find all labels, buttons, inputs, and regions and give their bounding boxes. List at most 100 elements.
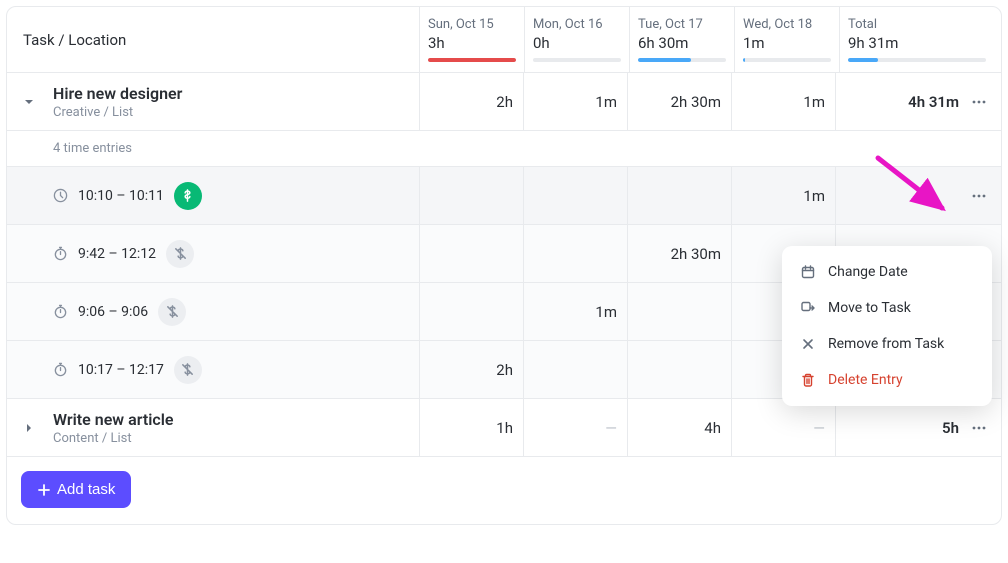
day-total: 3h [428,34,516,52]
entry-time-range: 9:06 – 9:06 [78,304,148,320]
task-cell-day-3[interactable]: 1m [731,73,835,130]
day-bar [533,58,621,62]
x-icon [800,336,816,352]
task-menu-button[interactable] [967,90,991,114]
header-row: Task / Location Sun, Oct 15 3h Mon, Oct … [7,7,1001,73]
task-row[interactable]: Write new article Content / List 1h — 4h… [7,399,1001,457]
entry-cell: 10:17 – 12:17 [7,341,419,398]
day-header-3: Wed, Oct 18 1m [734,7,839,72]
task-cell-day-1[interactable]: 1m [523,73,627,130]
non-billable-badge[interactable] [174,356,202,384]
task-cell-day-0[interactable]: 1h [419,399,523,456]
ctx-remove-from-task[interactable]: Remove from Task [782,326,992,362]
day-label: Tue, Oct 17 [638,17,726,32]
entry-info: 9:06 – 9:06 [23,298,186,326]
task-cell-day-3[interactable]: — [731,399,835,456]
clock-icon [53,188,68,203]
entry-cell-day-1[interactable] [523,167,627,224]
day-bar [638,58,726,62]
entry-cell-day-1[interactable] [523,225,627,282]
entries-count-label: 4 time entries [7,131,1001,166]
stopwatch-icon [53,304,68,319]
task-menu-button[interactable] [967,416,991,440]
day-total: 6h 30m [638,34,726,52]
stopwatch-icon [53,362,68,377]
ctx-move-to-task[interactable]: Move to Task [782,290,992,326]
dollar-off-icon [180,362,195,377]
non-billable-badge[interactable] [158,298,186,326]
add-task-label: Add task [57,481,115,498]
entry-info: 9:42 – 12:12 [23,240,194,268]
task-column-header: Task / Location [7,7,419,72]
entry-cell-day-0[interactable] [419,225,523,282]
task-cell-total: 5h [835,399,1001,456]
non-billable-badge[interactable] [166,240,194,268]
task-location: Content / List [53,431,173,446]
day-label: Mon, Oct 16 [533,17,621,32]
caret-down-icon [23,96,35,108]
entry-cell-day-1[interactable] [523,341,627,398]
entry-cell: 9:06 – 9:06 [7,283,419,340]
entry-cell-day-2[interactable] [627,167,731,224]
entry-time-range: 9:42 – 12:12 [78,246,156,262]
ctx-change-date[interactable]: Change Date [782,254,992,290]
entry-time-range: 10:10 – 10:11 [78,188,164,204]
context-menu: Change Date Move to Task Remove from Tas… [782,246,992,406]
task-row[interactable]: Hire new designer Creative / List 2h 1m … [7,73,1001,131]
more-icon [971,420,987,436]
day-header-1: Mon, Oct 16 0h [524,7,629,72]
task-total-value: 4h 31m [908,93,959,111]
task-text: Write new article Content / List [53,410,173,446]
task-cell-day-2[interactable]: 4h [627,399,731,456]
task-cell-day-1[interactable]: — [523,399,627,456]
task-name: Hire new designer [53,84,182,103]
task-cell-total: 4h 31m [835,73,1001,130]
empty-dash: — [605,419,617,437]
day-bar [428,58,516,62]
task-name: Write new article [53,410,173,429]
move-icon [800,300,816,316]
ctx-label: Change Date [828,264,908,280]
entry-cell-day-0[interactable] [419,283,523,340]
entry-cell-day-0[interactable]: 2h [419,341,523,398]
ctx-delete-entry[interactable]: Delete Entry [782,362,992,398]
day-bar [743,58,831,62]
time-entry-row: 10:10 – 10:11 1m [7,167,1001,225]
entry-menu-button[interactable] [967,184,991,208]
entry-cell-day-1[interactable]: 1m [523,283,627,340]
billable-badge[interactable] [174,182,202,210]
task-cell-day-2[interactable]: 2h 30m [627,73,731,130]
day-total: 1m [743,34,831,52]
entry-cell-total [835,167,1001,224]
entry-cell: 9:42 – 12:12 [7,225,419,282]
entry-cell-day-3[interactable]: 1m [731,167,835,224]
entry-info: 10:17 – 12:17 [23,356,202,384]
entry-time-range: 10:17 – 12:17 [78,362,164,378]
task-cell: Write new article Content / List [7,399,419,456]
caret-right-icon [23,422,35,434]
entry-cell-day-2[interactable] [627,341,731,398]
ctx-label: Move to Task [828,300,911,316]
task-cell-day-0[interactable]: 2h [419,73,523,130]
entry-cell: 10:10 – 10:11 [7,167,419,224]
day-header-0: Sun, Oct 15 3h [419,7,524,72]
day-label: Sun, Oct 15 [428,17,516,32]
ctx-label: Remove from Task [828,336,944,352]
dollar-off-icon [173,246,188,261]
day-label: Wed, Oct 18 [743,17,831,32]
more-icon [971,188,987,204]
dollar-icon [180,188,195,203]
dollar-off-icon [165,304,180,319]
entries-header-row: 4 time entries [7,131,1001,167]
footer: Add task [7,457,1001,524]
add-task-button[interactable]: Add task [21,471,131,508]
total-label: Total [848,17,993,32]
more-icon [971,94,987,110]
entry-cell-day-2[interactable]: 2h 30m [627,225,731,282]
day-header-2: Tue, Oct 17 6h 30m [629,7,734,72]
entry-cell-day-0[interactable] [419,167,523,224]
entry-cell-day-2[interactable] [627,283,731,340]
empty-dash: — [813,419,825,437]
entry-info: 10:10 – 10:11 [23,182,202,210]
stopwatch-icon [53,246,68,261]
